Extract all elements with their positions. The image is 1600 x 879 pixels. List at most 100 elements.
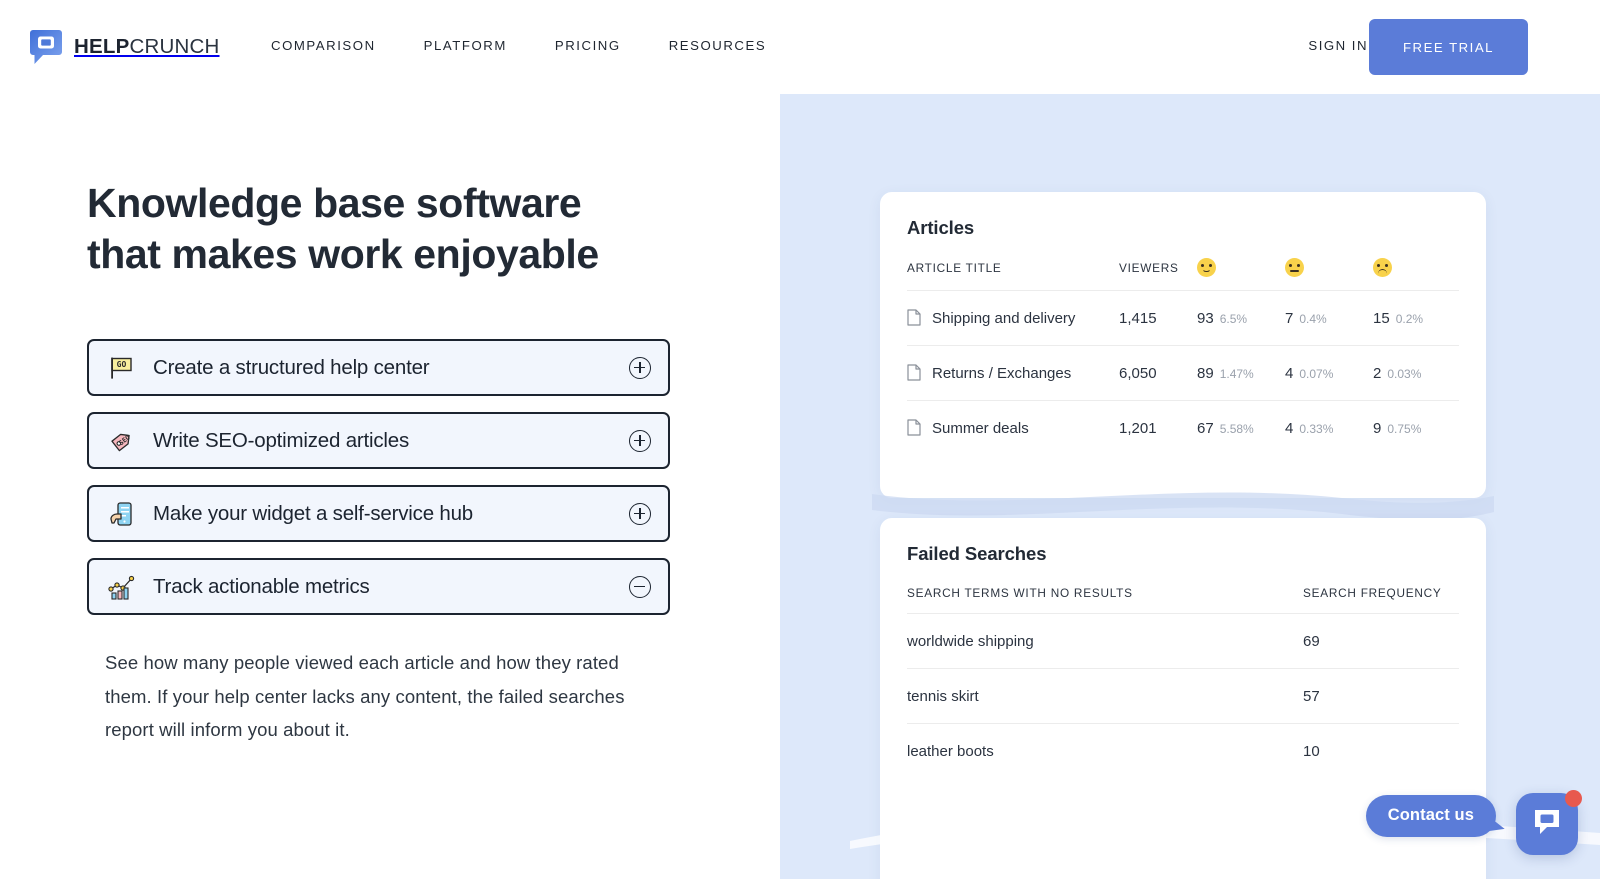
frowning-face-icon bbox=[1373, 258, 1392, 277]
table-row[interactable]: Returns / Exchanges 6,050 89 1.47% 4 0.07%… bbox=[907, 345, 1459, 401]
sad-percent: 0.75% bbox=[1387, 421, 1422, 436]
viewers-value: 1,201 bbox=[1119, 419, 1157, 437]
failed-searches-card-title: Failed Searches bbox=[907, 543, 1047, 564]
article-title-text: Shipping and delivery bbox=[932, 310, 1076, 327]
sad-count: 2 bbox=[1373, 364, 1382, 382]
chat-bubble-logo-icon bbox=[29, 29, 63, 65]
logo-wordmark-bold: HELP bbox=[74, 34, 130, 58]
feature-accordion: GO Create a structured help center SEO W… bbox=[87, 339, 670, 631]
accordion-body-text: See how many people viewed each article … bbox=[105, 652, 625, 740]
accordion-label: Track actionable metrics bbox=[153, 574, 370, 598]
cell-article-title: Shipping and delivery bbox=[907, 290, 1119, 346]
cell-neutral: 4 0.07% bbox=[1285, 345, 1373, 401]
searches-table-header-row: SEARCH TERMS WITH NO RESULTS SEARCH FREQ… bbox=[907, 586, 1459, 614]
happy-count: 67 bbox=[1197, 419, 1214, 437]
cell-search-frequency: 69 bbox=[1303, 613, 1459, 669]
accordion-collapse-icon[interactable] bbox=[629, 575, 651, 598]
col-viewers: VIEWERS bbox=[1119, 260, 1179, 275]
accordion-expand-icon[interactable] bbox=[629, 502, 651, 525]
cell-article-title: Summer deals bbox=[907, 400, 1119, 456]
nav-item-resources[interactable]: RESOURCES bbox=[669, 38, 767, 53]
col-happy bbox=[1197, 258, 1285, 291]
sign-in-link[interactable]: SIGN IN bbox=[1308, 38, 1368, 53]
neutral-percent: 0.07% bbox=[1299, 366, 1334, 381]
logo-wordmark-light: CRUNCH bbox=[129, 34, 220, 58]
go-flag-icon: GO bbox=[107, 353, 137, 383]
accordion-expand-icon[interactable] bbox=[629, 429, 651, 452]
neutral-percent: 0.33% bbox=[1299, 421, 1334, 436]
document-icon bbox=[907, 419, 921, 436]
neutral-percent: 0.4% bbox=[1299, 311, 1327, 326]
col-search-terms: SEARCH TERMS WITH NO RESULTS bbox=[907, 586, 1133, 600]
neutral-count: 4 bbox=[1285, 364, 1294, 382]
hero-right-panel: Articles ARTICLE TITLE VIEWERS Shipping … bbox=[780, 94, 1600, 879]
document-icon bbox=[907, 309, 921, 326]
sad-count: 15 bbox=[1373, 309, 1390, 327]
sad-count: 9 bbox=[1373, 419, 1382, 437]
chat-launcher-icon bbox=[1532, 807, 1562, 842]
smiling-face-icon bbox=[1197, 258, 1216, 277]
free-trial-button[interactable]: FREE TRIAL bbox=[1369, 19, 1528, 75]
sad-percent: 0.03% bbox=[1387, 366, 1422, 381]
document-icon bbox=[907, 364, 921, 381]
cell-sad: 15 0.2% bbox=[1373, 290, 1459, 346]
cell-viewers: 1,201 bbox=[1119, 400, 1197, 456]
logo-wordmark: HELPCRUNCH bbox=[74, 34, 220, 58]
neutral-count: 4 bbox=[1285, 419, 1294, 437]
articles-card-title: Articles bbox=[907, 217, 975, 238]
nav-item-comparison[interactable]: COMPARISON bbox=[271, 38, 376, 53]
accordion-expand-icon[interactable] bbox=[629, 356, 651, 379]
viewers-value: 6,050 bbox=[1119, 364, 1157, 382]
articles-table: ARTICLE TITLE VIEWERS Shipping and deliv… bbox=[907, 258, 1459, 456]
failed-searches-table: SEARCH TERMS WITH NO RESULTS SEARCH FREQ… bbox=[907, 586, 1459, 779]
cell-happy: 89 1.47% bbox=[1197, 345, 1285, 401]
hero-left-column: Knowledge base software that makes work … bbox=[0, 94, 780, 879]
cell-article-title: Returns / Exchanges bbox=[907, 345, 1119, 401]
table-row[interactable]: leather boots 10 bbox=[907, 723, 1459, 779]
contact-us-bubble[interactable]: Contact us bbox=[1365, 795, 1496, 837]
article-title-text: Returns / Exchanges bbox=[932, 365, 1072, 382]
articles-card: Articles ARTICLE TITLE VIEWERS Shipping … bbox=[880, 192, 1486, 498]
cell-neutral: 7 0.4% bbox=[1285, 290, 1373, 346]
accordion-item-track-metrics[interactable]: Track actionable metrics bbox=[87, 558, 670, 615]
accordion-item-self-service-hub[interactable]: Make your widget a self-service hub bbox=[87, 485, 670, 542]
neutral-face-icon bbox=[1285, 258, 1304, 277]
nav-item-platform[interactable]: PLATFORM bbox=[424, 38, 507, 53]
table-row[interactable]: Shipping and delivery 1,415 93 6.5% 7 0.4%… bbox=[907, 290, 1459, 346]
hand-phone-icon bbox=[107, 499, 137, 529]
cell-search-frequency: 10 bbox=[1303, 723, 1459, 779]
cell-search-term: worldwide shipping bbox=[907, 613, 1303, 669]
cell-search-term: leather boots bbox=[907, 723, 1303, 779]
cell-search-term: tennis skirt bbox=[907, 668, 1303, 724]
accordion-label: Write SEO-optimized articles bbox=[153, 428, 410, 452]
logo-link[interactable]: HELPCRUNCH bbox=[29, 29, 220, 65]
table-row[interactable]: Summer deals 1,201 67 5.58% 4 0.33% 9 0.75% bbox=[907, 400, 1459, 456]
col-sad bbox=[1373, 258, 1459, 291]
page-title: Knowledge base software that makes work … bbox=[87, 178, 707, 280]
happy-count: 93 bbox=[1197, 309, 1214, 327]
cell-neutral: 4 0.33% bbox=[1285, 400, 1373, 456]
table-row[interactable]: tennis skirt 57 bbox=[907, 668, 1459, 724]
cell-happy: 93 6.5% bbox=[1197, 290, 1285, 346]
chart-icon bbox=[107, 572, 137, 602]
neutral-count: 7 bbox=[1285, 309, 1294, 327]
accordion-label: Create a structured help center bbox=[153, 355, 430, 379]
col-article-title: ARTICLE TITLE bbox=[907, 260, 1002, 275]
cell-viewers: 1,415 bbox=[1119, 290, 1197, 346]
article-title-text: Summer deals bbox=[932, 420, 1029, 438]
happy-percent: 5.58% bbox=[1219, 421, 1254, 436]
nav-item-pricing[interactable]: PRICING bbox=[555, 38, 621, 53]
cell-sad: 9 0.75% bbox=[1373, 400, 1459, 456]
headline-line-2: that makes work enjoyable bbox=[87, 231, 599, 277]
cell-happy: 67 5.58% bbox=[1197, 400, 1285, 456]
main-nav: COMPARISON PLATFORM PRICING RESOURCES bbox=[271, 38, 766, 53]
accordion-item-seo-articles[interactable]: SEO Write SEO-optimized articles bbox=[87, 412, 670, 469]
col-search-frequency: SEARCH FREQUENCY bbox=[1303, 586, 1442, 600]
accordion-item-help-center[interactable]: GO Create a structured help center bbox=[87, 339, 670, 396]
happy-percent: 6.5% bbox=[1219, 311, 1248, 326]
articles-table-header-row: ARTICLE TITLE VIEWERS bbox=[907, 258, 1459, 291]
col-neutral bbox=[1285, 258, 1373, 291]
cell-search-frequency: 57 bbox=[1303, 668, 1459, 724]
site-header: HELPCRUNCH COMPARISON PLATFORM PRICING R… bbox=[0, 0, 1600, 94]
table-row[interactable]: worldwide shipping 69 bbox=[907, 613, 1459, 669]
